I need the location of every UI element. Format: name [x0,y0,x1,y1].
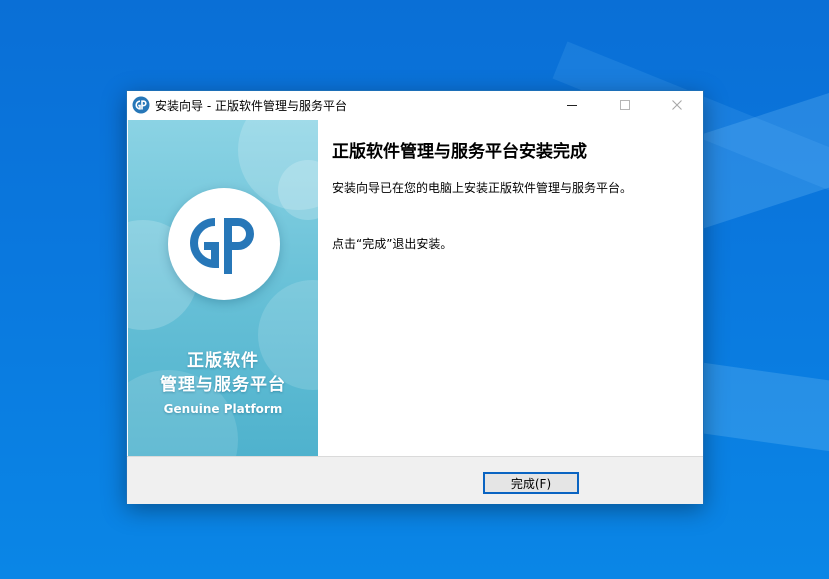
button-bar: 完成(F) [127,456,703,504]
completion-description: 安装向导已在您的电脑上安装正版软件管理与服务平台。 [332,181,633,195]
maximize-icon [620,100,630,110]
app-logo-icon [132,96,150,114]
installer-window: 安装向导 - 正版软件管理与服务平台 正版软件 管理与服务平台 Genuine … [126,90,704,504]
exit-hint: 点击“完成”退出安装。 [332,237,453,251]
gp-logo-icon [190,218,254,274]
product-name-line2: 管理与服务平台 [160,375,286,395]
finish-button[interactable]: 完成(F) [483,472,579,494]
maximize-button[interactable] [605,91,645,119]
close-icon [672,100,682,110]
product-name-line1: 正版软件 [187,351,259,371]
logo-badge [168,188,280,300]
branding-side-panel: 正版软件 管理与服务平台 Genuine Platform [128,120,318,456]
window-title: 安装向导 - 正版软件管理与服务平台 [155,99,347,113]
product-english-name: Genuine Platform [163,402,283,416]
title-bar[interactable]: 安装向导 - 正版软件管理与服务平台 [127,91,703,119]
minimize-button[interactable] [552,91,592,119]
close-button[interactable] [657,91,697,119]
minimize-icon [567,105,577,106]
completion-heading: 正版软件管理与服务平台安装完成 [332,142,587,162]
